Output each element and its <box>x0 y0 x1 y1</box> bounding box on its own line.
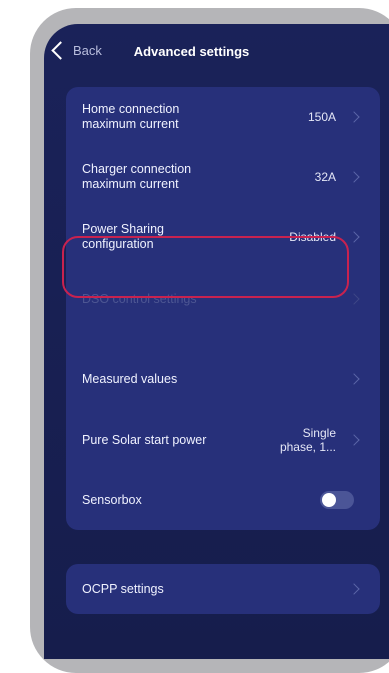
toggle-knob <box>322 493 336 507</box>
sensorbox-toggle[interactable] <box>320 491 354 509</box>
chevron-right-icon <box>348 434 360 446</box>
home-connection-label: Home connection maximum current <box>82 102 180 131</box>
chevron-right-icon <box>348 373 360 385</box>
ocpp-settings-row[interactable]: OCPP settings <box>66 564 380 614</box>
chevron-right-icon <box>348 293 360 305</box>
chevron-right-icon <box>348 171 360 183</box>
sensorbox-label: Sensorbox <box>82 492 142 507</box>
measured-values-label: Measured values <box>82 371 178 386</box>
power-sharing-highlight <box>62 236 349 298</box>
pure-solar-label: Pure Solar start power <box>82 432 207 447</box>
charger-connection-row[interactable]: Charger connection maximum current 32A <box>66 147 380 207</box>
header: Back Advanced settings <box>44 24 389 82</box>
charger-connection-label: Charger connection maximum current <box>82 162 192 191</box>
chevron-right-icon <box>348 111 360 123</box>
app-screen: Back Advanced settings Home connection m… <box>44 24 389 659</box>
sensorbox-row: Sensorbox <box>66 471 380 529</box>
pure-solar-row[interactable]: Pure Solar start power Single phase, 1..… <box>66 411 380 469</box>
page-title: Advanced settings <box>133 44 250 59</box>
settings-card: Home connection maximum current 150A Cha… <box>66 87 380 530</box>
chevron-right-icon <box>348 583 360 595</box>
ocpp-settings-label: OCPP settings <box>82 581 164 596</box>
measured-values-row[interactable]: Measured values <box>66 349 380 409</box>
pure-solar-value: Single phase, 1... <box>279 426 336 454</box>
chevron-right-icon <box>348 231 360 243</box>
home-connection-value: 150A <box>307 110 336 124</box>
home-connection-row[interactable]: Home connection maximum current 150A <box>66 87 380 147</box>
charger-connection-value: 32A <box>314 170 336 184</box>
ocpp-card: OCPP settings <box>66 564 380 614</box>
